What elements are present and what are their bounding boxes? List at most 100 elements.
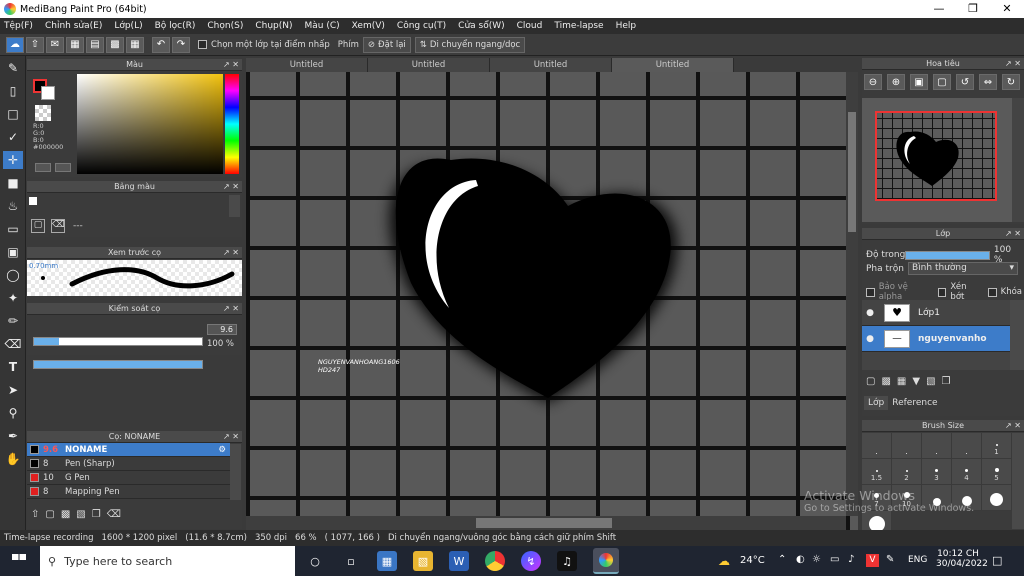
new-brush-icon[interactable]: ▢ xyxy=(45,509,54,520)
brush-size-cell[interactable]: 3 xyxy=(922,459,952,485)
gear-icon[interactable]: ⚙ xyxy=(218,445,226,455)
layer-item[interactable]: ● ♥ Lớp1 xyxy=(862,300,1010,326)
tile-icon[interactable]: ▦ xyxy=(126,36,144,53)
layer-item-selected[interactable]: ● ── nguyenvanho xyxy=(862,326,1010,352)
clipping-checkbox[interactable]: Xén bớt xyxy=(937,282,982,302)
brush-size-cell[interactable]: 1 xyxy=(982,433,1012,459)
chrome-icon[interactable] xyxy=(485,551,505,571)
transparent-swatch[interactable] xyxy=(35,105,51,121)
brush-size-scrollbar[interactable] xyxy=(1012,433,1024,529)
menu-help[interactable]: Help xyxy=(616,21,637,31)
tiktok-icon[interactable]: ♫ xyxy=(557,551,577,571)
brush-size-cell[interactable]: 5 xyxy=(982,459,1012,485)
pen-tool-icon[interactable]: ✒ xyxy=(3,427,23,445)
brush-size-value[interactable]: 9.6 xyxy=(207,324,237,335)
new-halftone-layer-icon[interactable]: ▩ xyxy=(881,376,890,387)
protect-alpha-checkbox[interactable]: Bảo vệ alpha xyxy=(866,282,932,302)
menu-capture[interactable]: Chụp(N) xyxy=(255,21,292,31)
word-icon[interactable]: W xyxy=(449,551,469,571)
taskbar-clock[interactable]: 10:12 CH 30/04/2022 xyxy=(936,549,988,569)
fill-shape-tool-icon[interactable]: ■ xyxy=(3,174,23,192)
copy-brush-icon[interactable]: ▩ xyxy=(61,509,70,520)
menu-select[interactable]: Chọn(S) xyxy=(207,21,243,31)
brush-folder-icon[interactable]: ▧ xyxy=(76,509,85,520)
panel-close-icon[interactable]: ↗ ✕ xyxy=(1005,420,1021,432)
move-tool-icon[interactable]: ✛ xyxy=(3,151,23,169)
brush-size-cell[interactable] xyxy=(922,433,952,459)
maximize-icon[interactable]: ❐ xyxy=(956,0,990,18)
brush-size-cell[interactable]: 4 xyxy=(952,459,982,485)
select-layer-checkbox[interactable]: Chọn một lớp tại điểm nhấp xyxy=(198,40,330,50)
document-icon[interactable]: ▤ xyxy=(86,36,104,53)
add-brush-icon[interactable]: ⇧ xyxy=(31,509,39,520)
layer-opacity-slider[interactable] xyxy=(905,250,990,260)
canvas-artwork[interactable]: NGUYENVANHOANG1606 HD247 xyxy=(246,58,858,530)
rotate-reset-icon[interactable]: ↻ xyxy=(1002,74,1020,90)
checkbox-box[interactable] xyxy=(987,287,997,297)
select-rect-icon[interactable]: ▣ xyxy=(3,243,23,261)
brush-item[interactable]: 10 G Pen xyxy=(27,471,230,485)
duplicate-brush-icon[interactable]: ❐ xyxy=(92,509,101,520)
select-pen-icon[interactable]: ✏ xyxy=(3,312,23,330)
navigator-preview[interactable] xyxy=(862,98,1012,222)
delete-palette-icon[interactable]: ⌫ xyxy=(51,219,65,233)
rotate-left-icon[interactable]: ↺ xyxy=(956,74,974,90)
brush-size-cell[interactable] xyxy=(952,433,982,459)
new-palette-icon[interactable]: ▢ xyxy=(31,219,45,233)
eye-icon[interactable]: ● xyxy=(862,308,878,318)
close-icon[interactable]: ✕ xyxy=(990,0,1024,18)
store-icon[interactable]: ▦ xyxy=(377,551,397,571)
brush-item[interactable]: 8 Mapping Pen xyxy=(27,485,230,499)
volume-icon[interactable]: ♪ xyxy=(848,554,854,565)
add-layer-menu-icon[interactable]: ▼ xyxy=(912,376,920,387)
menu-window[interactable]: Cửa sổ(W) xyxy=(458,21,504,31)
wifi-icon[interactable]: ☼ xyxy=(812,554,821,565)
menu-cloud[interactable]: Cloud xyxy=(517,21,543,31)
pen-tray-icon[interactable]: ✎ xyxy=(886,554,894,565)
document-tab-active[interactable]: Untitled xyxy=(612,58,734,72)
cortana-icon[interactable]: ○ xyxy=(305,551,325,571)
tab-reference[interactable]: Reference xyxy=(888,396,941,410)
cloud-icon[interactable]: ☁ xyxy=(6,36,24,53)
taskbar-search[interactable]: ⚲ Type here to search xyxy=(40,546,295,576)
menu-layer[interactable]: Lớp(L) xyxy=(114,21,142,31)
panel-close-icon[interactable]: ↗ ✕ xyxy=(1005,58,1021,70)
line-tool-icon[interactable]: ✓ xyxy=(3,128,23,146)
comment-icon[interactable]: ✉ xyxy=(46,36,64,53)
notification-icon[interactable]: □ xyxy=(992,554,1002,567)
blend-mode-select[interactable]: Bình thường ▾ xyxy=(908,262,1018,275)
magic-wand-icon[interactable]: ✦ xyxy=(3,289,23,307)
hand-tool-icon[interactable]: ✋ xyxy=(3,450,23,468)
battery-icon[interactable]: ▭ xyxy=(830,554,839,565)
windows-start-icon[interactable] xyxy=(12,554,26,568)
flip-icon[interactable]: ⇔ xyxy=(979,74,997,90)
checkbox-box[interactable] xyxy=(866,287,875,297)
palette-swatch[interactable] xyxy=(29,197,37,205)
brush-item[interactable]: 9.6 NONAME ⚙ xyxy=(27,443,230,457)
brush-size-slider[interactable] xyxy=(33,337,203,346)
panel-close-icon[interactable]: ↗ ✕ xyxy=(223,431,239,443)
canvas-horizontal-scrollbar[interactable] xyxy=(246,516,846,530)
minimize-icon[interactable]: — xyxy=(922,0,956,18)
menu-tools[interactable]: Công cụ(T) xyxy=(397,21,446,31)
panel-close-icon[interactable]: ↗ ✕ xyxy=(1005,228,1021,240)
panel-close-icon[interactable]: ↗ ✕ xyxy=(223,181,239,193)
menu-edit[interactable]: Chỉnh sửa(E) xyxy=(45,21,102,31)
material-icon[interactable]: ▦ xyxy=(66,36,84,53)
brush-size-cell[interactable]: 1.5 xyxy=(862,459,892,485)
eye-icon[interactable]: ● xyxy=(862,334,878,344)
canvas-area[interactable]: NGUYENVANHOANG1606 HD247 xyxy=(246,58,858,530)
eraser-tool-icon[interactable]: ▯ xyxy=(3,82,23,100)
messenger-icon[interactable]: ↯ xyxy=(521,551,541,571)
gradient-tool-icon[interactable]: ▭ xyxy=(3,220,23,238)
hue-slider[interactable] xyxy=(225,74,239,174)
lock-checkbox[interactable]: Khóa xyxy=(987,287,1022,297)
menu-timelapse[interactable]: Time-lapse xyxy=(554,21,603,31)
grid-icon[interactable]: ▩ xyxy=(106,36,124,53)
layer-folder-icon[interactable]: ▧ xyxy=(926,376,935,387)
rect-tool-icon[interactable]: □ xyxy=(3,105,23,123)
text-tool-icon[interactable]: T xyxy=(3,358,23,376)
color-mode-button-2[interactable] xyxy=(55,163,71,172)
undo-icon[interactable]: ↶ xyxy=(152,36,170,53)
panel-close-icon[interactable]: ↗ ✕ xyxy=(223,247,239,259)
